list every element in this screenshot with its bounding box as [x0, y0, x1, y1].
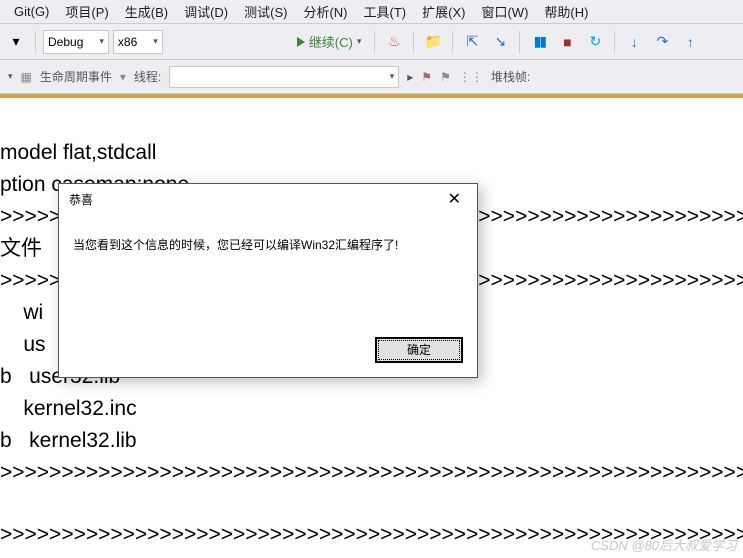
thread-label: 线程:: [134, 68, 161, 85]
dialog-titlebar[interactable]: 恭喜 ✕: [59, 184, 477, 214]
code-line: us: [0, 333, 46, 356]
code-line: 文件: [0, 237, 42, 260]
platform-dropdown[interactable]: x86 ▾: [113, 30, 163, 54]
menu-extensions[interactable]: 扩展(X): [414, 0, 473, 23]
separator: [374, 31, 375, 53]
chevron-down-icon: ▾: [357, 36, 362, 47]
code-line: >>>>>>>>>>>>>>>>>>>>>>>>>>>>>>>>>>>>>>>>…: [0, 461, 743, 484]
menu-test[interactable]: 测试(S): [236, 0, 295, 23]
code-line: wi: [0, 301, 43, 324]
watermark: CSDN @80后大叔爱学习: [591, 535, 737, 554]
cursor-icon[interactable]: ↘: [488, 30, 512, 54]
hot-reload-icon[interactable]: ♨: [382, 30, 406, 54]
separator: [413, 31, 414, 53]
lifecycle-label: 生命周期事件: [40, 68, 112, 85]
code-line: model flat,stdcall: [0, 141, 156, 164]
stackframe-label: 堆栈帧:: [491, 68, 530, 85]
lifecycle-icon[interactable]: ▦: [21, 70, 32, 84]
continue-button[interactable]: 继续(C) ▾: [291, 32, 368, 51]
toolbar-button[interactable]: ▾: [4, 30, 28, 54]
pause-icon[interactable]: ▮▮: [527, 30, 551, 54]
chevron-down-icon: ▾: [99, 36, 104, 47]
message-dialog: 恭喜 ✕ 当您看到这个信息的时候，您已经可以编译Win32汇编程序了! 确定: [58, 183, 478, 378]
standard-toolbar: ▾ Debug ▾ x86 ▾ 继续(C) ▾ ♨ 📁 ⇱ ↘ ▮▮ ■ ↻ ↓ ↷…: [0, 24, 743, 60]
main-menu: Git(G) 项目(P) 生成(B) 调试(D) 测试(S) 分析(N) 工具(…: [0, 0, 743, 24]
menu-git[interactable]: Git(G): [6, 2, 57, 21]
platform-value: x86: [118, 35, 137, 49]
menu-analyze[interactable]: 分析(N): [295, 0, 355, 23]
menu-debug[interactable]: 调试(D): [176, 0, 236, 23]
step-into-icon[interactable]: ↓: [622, 30, 646, 54]
separator: [35, 31, 36, 53]
separator: [452, 31, 453, 53]
step-over-icon[interactable]: ↷: [650, 30, 674, 54]
config-dropdown[interactable]: Debug ▾: [43, 30, 109, 54]
flag-icon[interactable]: ⚑: [421, 70, 432, 84]
chevron-down-icon[interactable]: ▾: [8, 71, 13, 82]
menu-help[interactable]: 帮助(H): [536, 0, 596, 23]
menu-project[interactable]: 项目(P): [57, 0, 116, 23]
close-icon[interactable]: ✕: [442, 187, 467, 211]
continue-label: 继续(C): [309, 32, 353, 51]
step-icon[interactable]: ⇱: [460, 30, 484, 54]
stop-icon[interactable]: ■: [555, 30, 579, 54]
play-icon: [297, 37, 305, 47]
folder-icon[interactable]: 📁: [421, 30, 445, 54]
separator: [614, 31, 615, 53]
menu-window[interactable]: 窗口(W): [473, 0, 536, 23]
debug-toolbar: ▾ ▦ 生命周期事件 ▾ 线程: ▾ ▸ ⚑ ⚑ ⋮⋮ 堆栈帧:: [0, 60, 743, 94]
restart-icon[interactable]: ↻: [583, 30, 607, 54]
separator: [519, 31, 520, 53]
menu-build[interactable]: 生成(B): [117, 0, 176, 23]
thread-icon[interactable]: ⋮⋮: [459, 70, 483, 84]
code-line: kernel32.inc: [0, 397, 137, 420]
thread-dropdown[interactable]: ▾: [169, 66, 399, 88]
step-out-icon[interactable]: ↑: [678, 30, 702, 54]
dialog-title: 恭喜: [69, 191, 93, 208]
flag-icon[interactable]: ⚑: [440, 70, 451, 84]
dialog-message: 当您看到这个信息的时候，您已经可以编译Win32汇编程序了!: [59, 214, 477, 253]
menu-tools[interactable]: 工具(T): [356, 0, 415, 23]
ok-button[interactable]: 确定: [375, 337, 463, 363]
chevron-down-icon: ▾: [153, 36, 158, 47]
code-line: b kernel32.lib: [0, 429, 137, 452]
config-value: Debug: [48, 35, 83, 49]
